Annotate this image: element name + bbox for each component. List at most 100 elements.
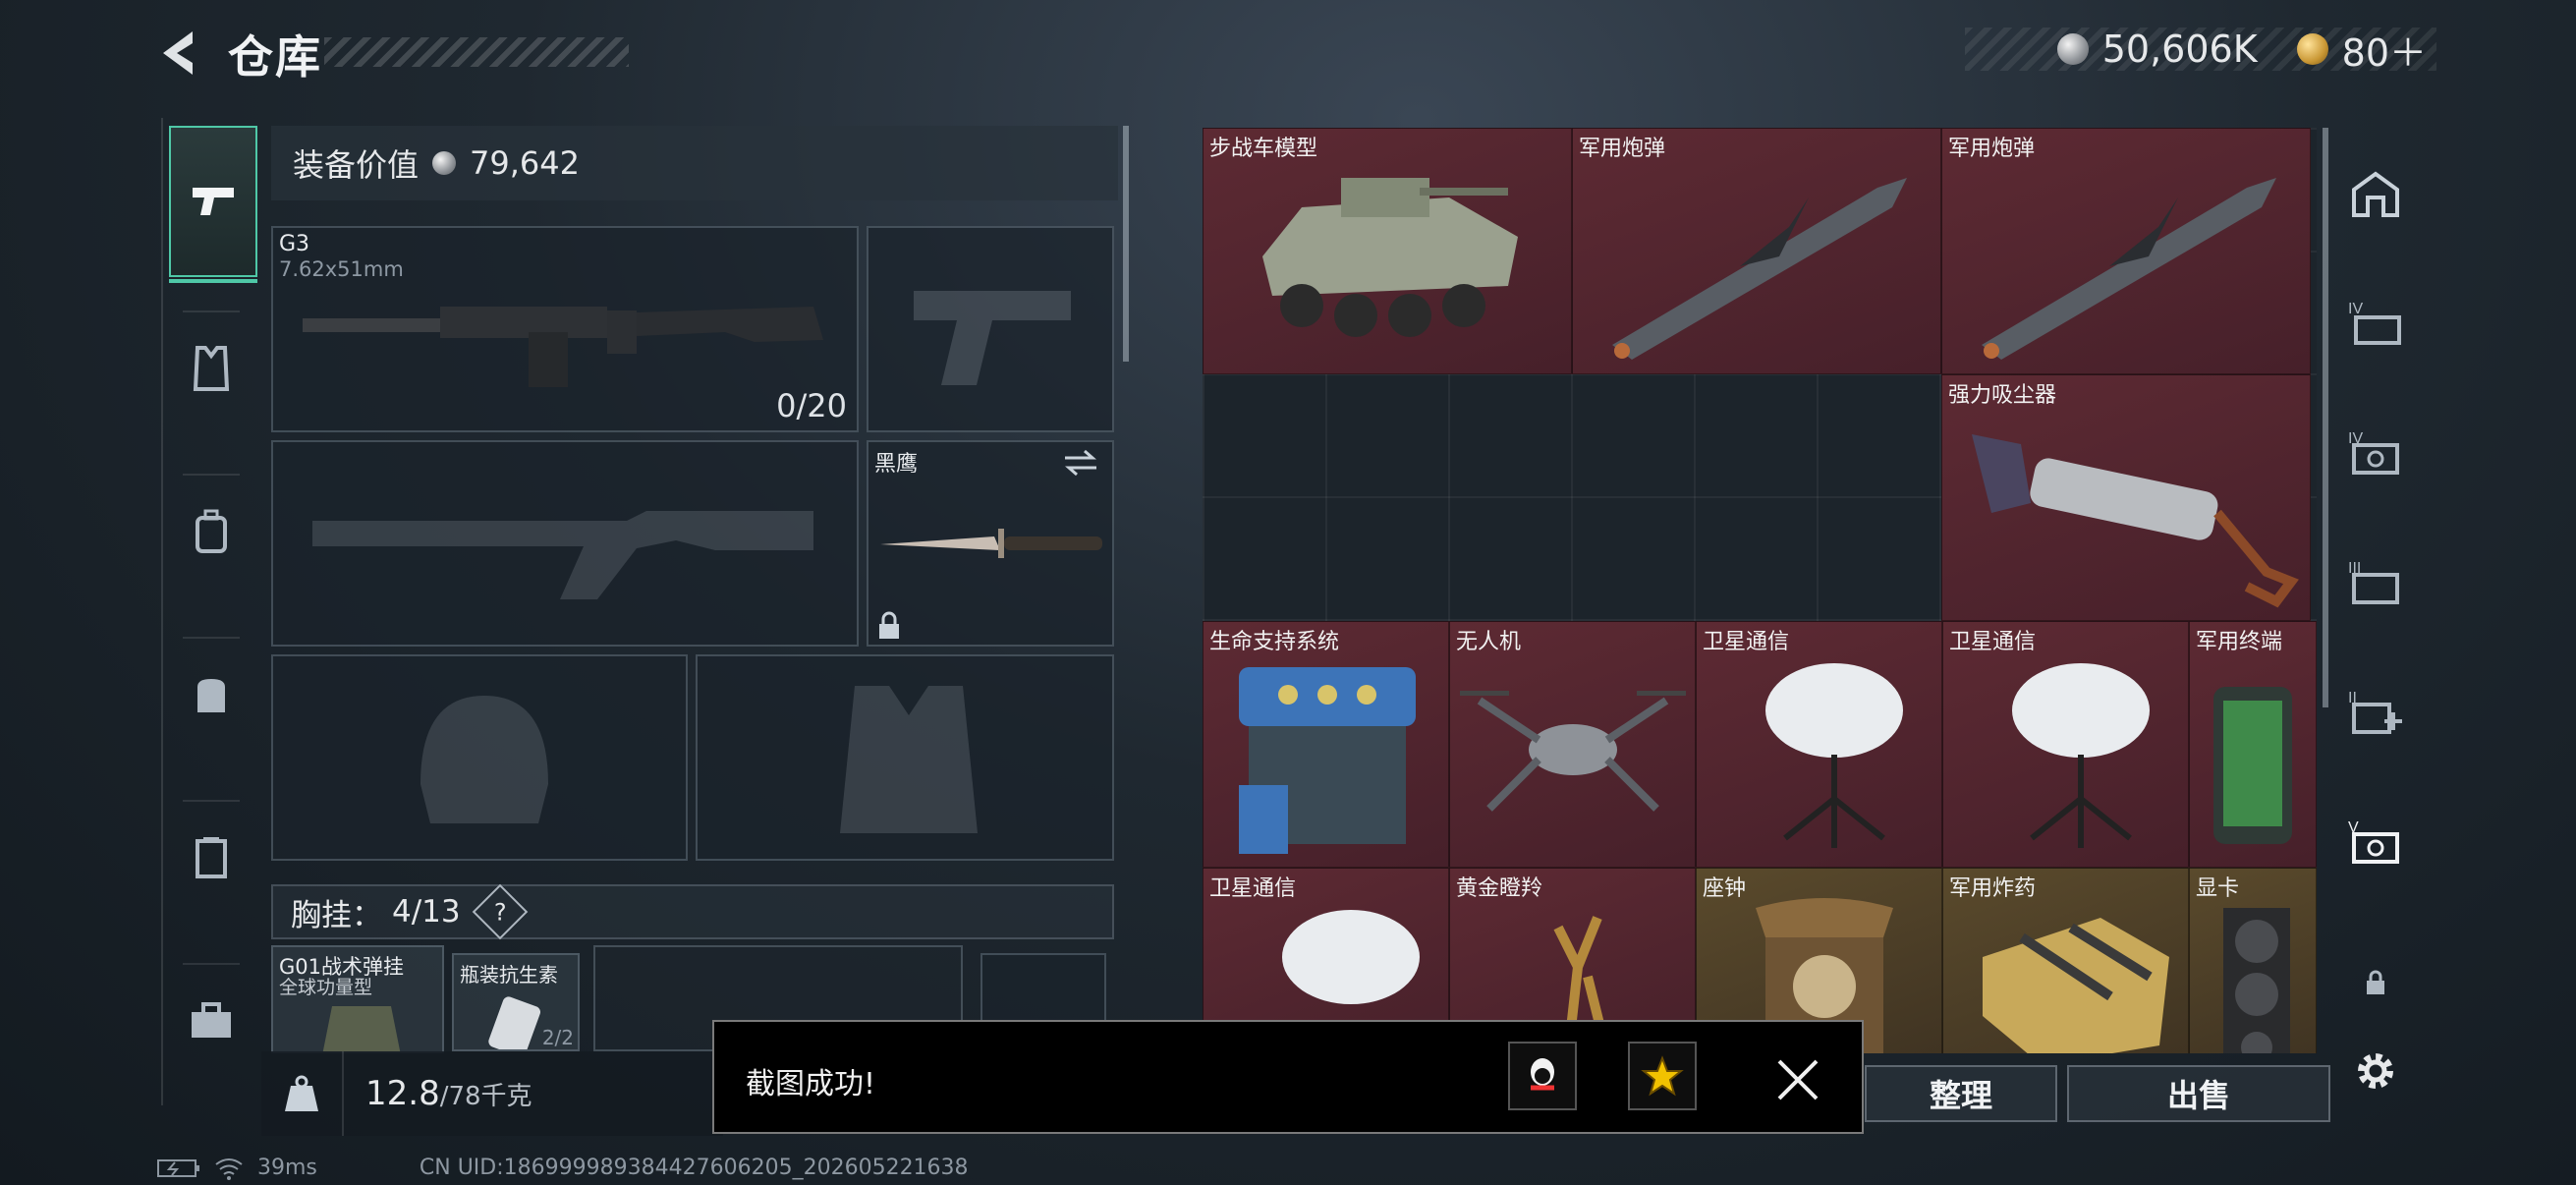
tab-case[interactable] [169,816,253,900]
chest-rig-bar[interactable]: 胸挂： 4/13 ? [271,883,1114,940]
tab-briefcase[interactable] [169,979,253,1063]
chest-item-name: 瓶装抗生素 [460,963,558,987]
wifi-icon [215,1157,243,1180]
storage-item[interactable]: 军用炸药 [1942,868,2189,1053]
qq-share-button[interactable] [1508,1042,1577,1110]
storage-item[interactable]: 生命支持系统 [1203,621,1449,868]
storage-item[interactable]: 卫星通信 [1696,621,1942,868]
pistol-icon [193,188,234,215]
swap-icon[interactable] [1061,448,1100,478]
weight-icon [261,1051,344,1136]
briefcase-icon [192,1002,231,1038]
military-shell-icon [1982,178,2276,360]
storage-page-v-icon[interactable]: V [2348,814,2403,869]
toast-message: 截图成功! [746,1067,876,1101]
storage-grid[interactable]: 步战车模型 军用炮弹 军用炮弹 强力吸尘器 生命支持系统 无人机 卫星通信 卫星… [1203,128,2317,1053]
chest-item-count: 2/2 [541,1026,574,1049]
case-icon [196,837,227,878]
gold-coin-icon [2296,33,2328,65]
melee-slot[interactable]: 黑鹰 [867,440,1114,647]
ifv-model-icon [1262,178,1518,337]
pouch-icon [197,679,225,712]
storage-item[interactable]: 军用炮弹 [1941,128,2311,374]
tab-pouch[interactable] [169,652,253,737]
storage-item[interactable]: 显卡 [2189,868,2317,1053]
storage-item[interactable]: 军用炮弹 [1572,128,1941,374]
tab-backpack[interactable] [169,489,253,574]
storage-item[interactable]: 强力吸尘器 [1941,374,2311,621]
chest-item[interactable]: G01战术弹挂 全球功量型 [271,945,444,1053]
sell-button[interactable]: 出售 [2067,1065,2330,1122]
silver-coin-icon [432,151,457,175]
tactical-rig-icon [322,1006,401,1051]
storage-page-iii-icon[interactable]: III [2348,554,2403,609]
help-icon[interactable]: ? [472,883,528,940]
weight-current: 12.8 [365,1074,440,1113]
satellite-dish-icon [2012,663,2150,848]
storage-item[interactable]: 步战车模型 [1203,128,1572,374]
storage-item[interactable]: 卫星通信 [1942,621,2189,868]
satellite-dish-icon [1765,663,1903,848]
military-explosives-icon [1983,918,2169,1053]
item-name: 无人机 [1456,630,1522,654]
rifle-icon [303,307,823,387]
chest-rig-count: 4/13 [392,894,461,930]
silver-coin-icon [2056,33,2089,65]
storage-pages-sidebar: IV IV III II V [2334,118,2415,1032]
item-name: 显卡 [2196,876,2240,901]
storage-page-ii-add-icon[interactable]: II [2348,684,2403,739]
item-name: 生命支持系统 [1209,630,1340,654]
title-decoration [324,37,629,67]
primary-weapon-slot[interactable]: G3 7.62x51mm 0/20 [271,226,859,432]
currency-bar: 50,606K 80＋ [1965,28,2436,75]
tab-armor[interactable] [169,326,253,411]
ammo-count: 0/20 [776,387,847,424]
equipment-value: 装备价值 79,642 [271,126,1118,200]
backpack-icon [196,509,227,553]
warehouse-home-icon[interactable] [2348,167,2403,222]
status-bar: 39ms CN UID:1869999893844276062​05_20260… [157,1156,969,1180]
antibiotics-icon [488,996,540,1049]
qq-penguin-icon [1531,1058,1554,1091]
storage-item[interactable]: 军用终端 [2189,621,2317,868]
lock-icon [2348,955,2403,1010]
weight-text: 12.8/78千克 [344,1074,532,1113]
chest-item[interactable]: 瓶装抗生素 2/2 [452,953,580,1051]
qzone-share-button[interactable] [1628,1042,1697,1110]
drone-icon [1460,691,1686,812]
helmet-placeholder-icon [420,696,548,823]
vacuum-cleaner-icon [1972,434,2299,608]
rifle-placeholder-icon [312,511,813,599]
pistol-placeholder-icon [914,291,1071,385]
battery-icon [157,1158,199,1177]
storage-page-iv-icon[interactable]: IV [2348,295,2403,350]
close-icon[interactable] [1775,1057,1820,1102]
storage-scrollbar[interactable] [2323,128,2328,707]
gear-icon[interactable] [2352,1047,2399,1095]
armor-slot[interactable] [696,654,1114,861]
melee-name: 黑鹰 [874,452,919,477]
pistol-slot[interactable] [867,226,1114,432]
secondary-weapon-slot[interactable] [271,440,859,647]
back-icon[interactable] [155,28,200,79]
uid-text: CN UID:1869999893844276062​05_2026052216… [419,1156,969,1180]
currency-main: 50,606K [2101,28,2258,71]
weight-max: /78千克 [439,1082,532,1111]
lock-icon [879,611,899,639]
helmet-slot[interactable] [271,654,688,861]
currency-premium[interactable]: 80＋ [2342,23,2427,77]
screenshot-toast: 截图成功! [712,1020,1864,1134]
chest-rig-label: 胸挂： [291,897,382,933]
equipment-scrollbar[interactable] [1123,126,1129,362]
equipment-value-label: 装备价值 [293,146,420,184]
sort-button[interactable]: 整理 [1865,1065,2057,1122]
weight-bar: 12.8/78千克 [261,1051,723,1136]
armor-placeholder-icon [840,686,978,833]
item-name: 军用终端 [2196,630,2283,654]
storage-item[interactable]: 无人机 [1449,621,1696,868]
storage-page-iv-case-icon[interactable]: IV [2348,424,2403,480]
tab-weapons[interactable] [169,126,257,283]
life-support-icon [1239,667,1416,854]
military-shell-icon [1612,178,1907,360]
chest-item-sub: 全球功量型 [279,977,373,998]
